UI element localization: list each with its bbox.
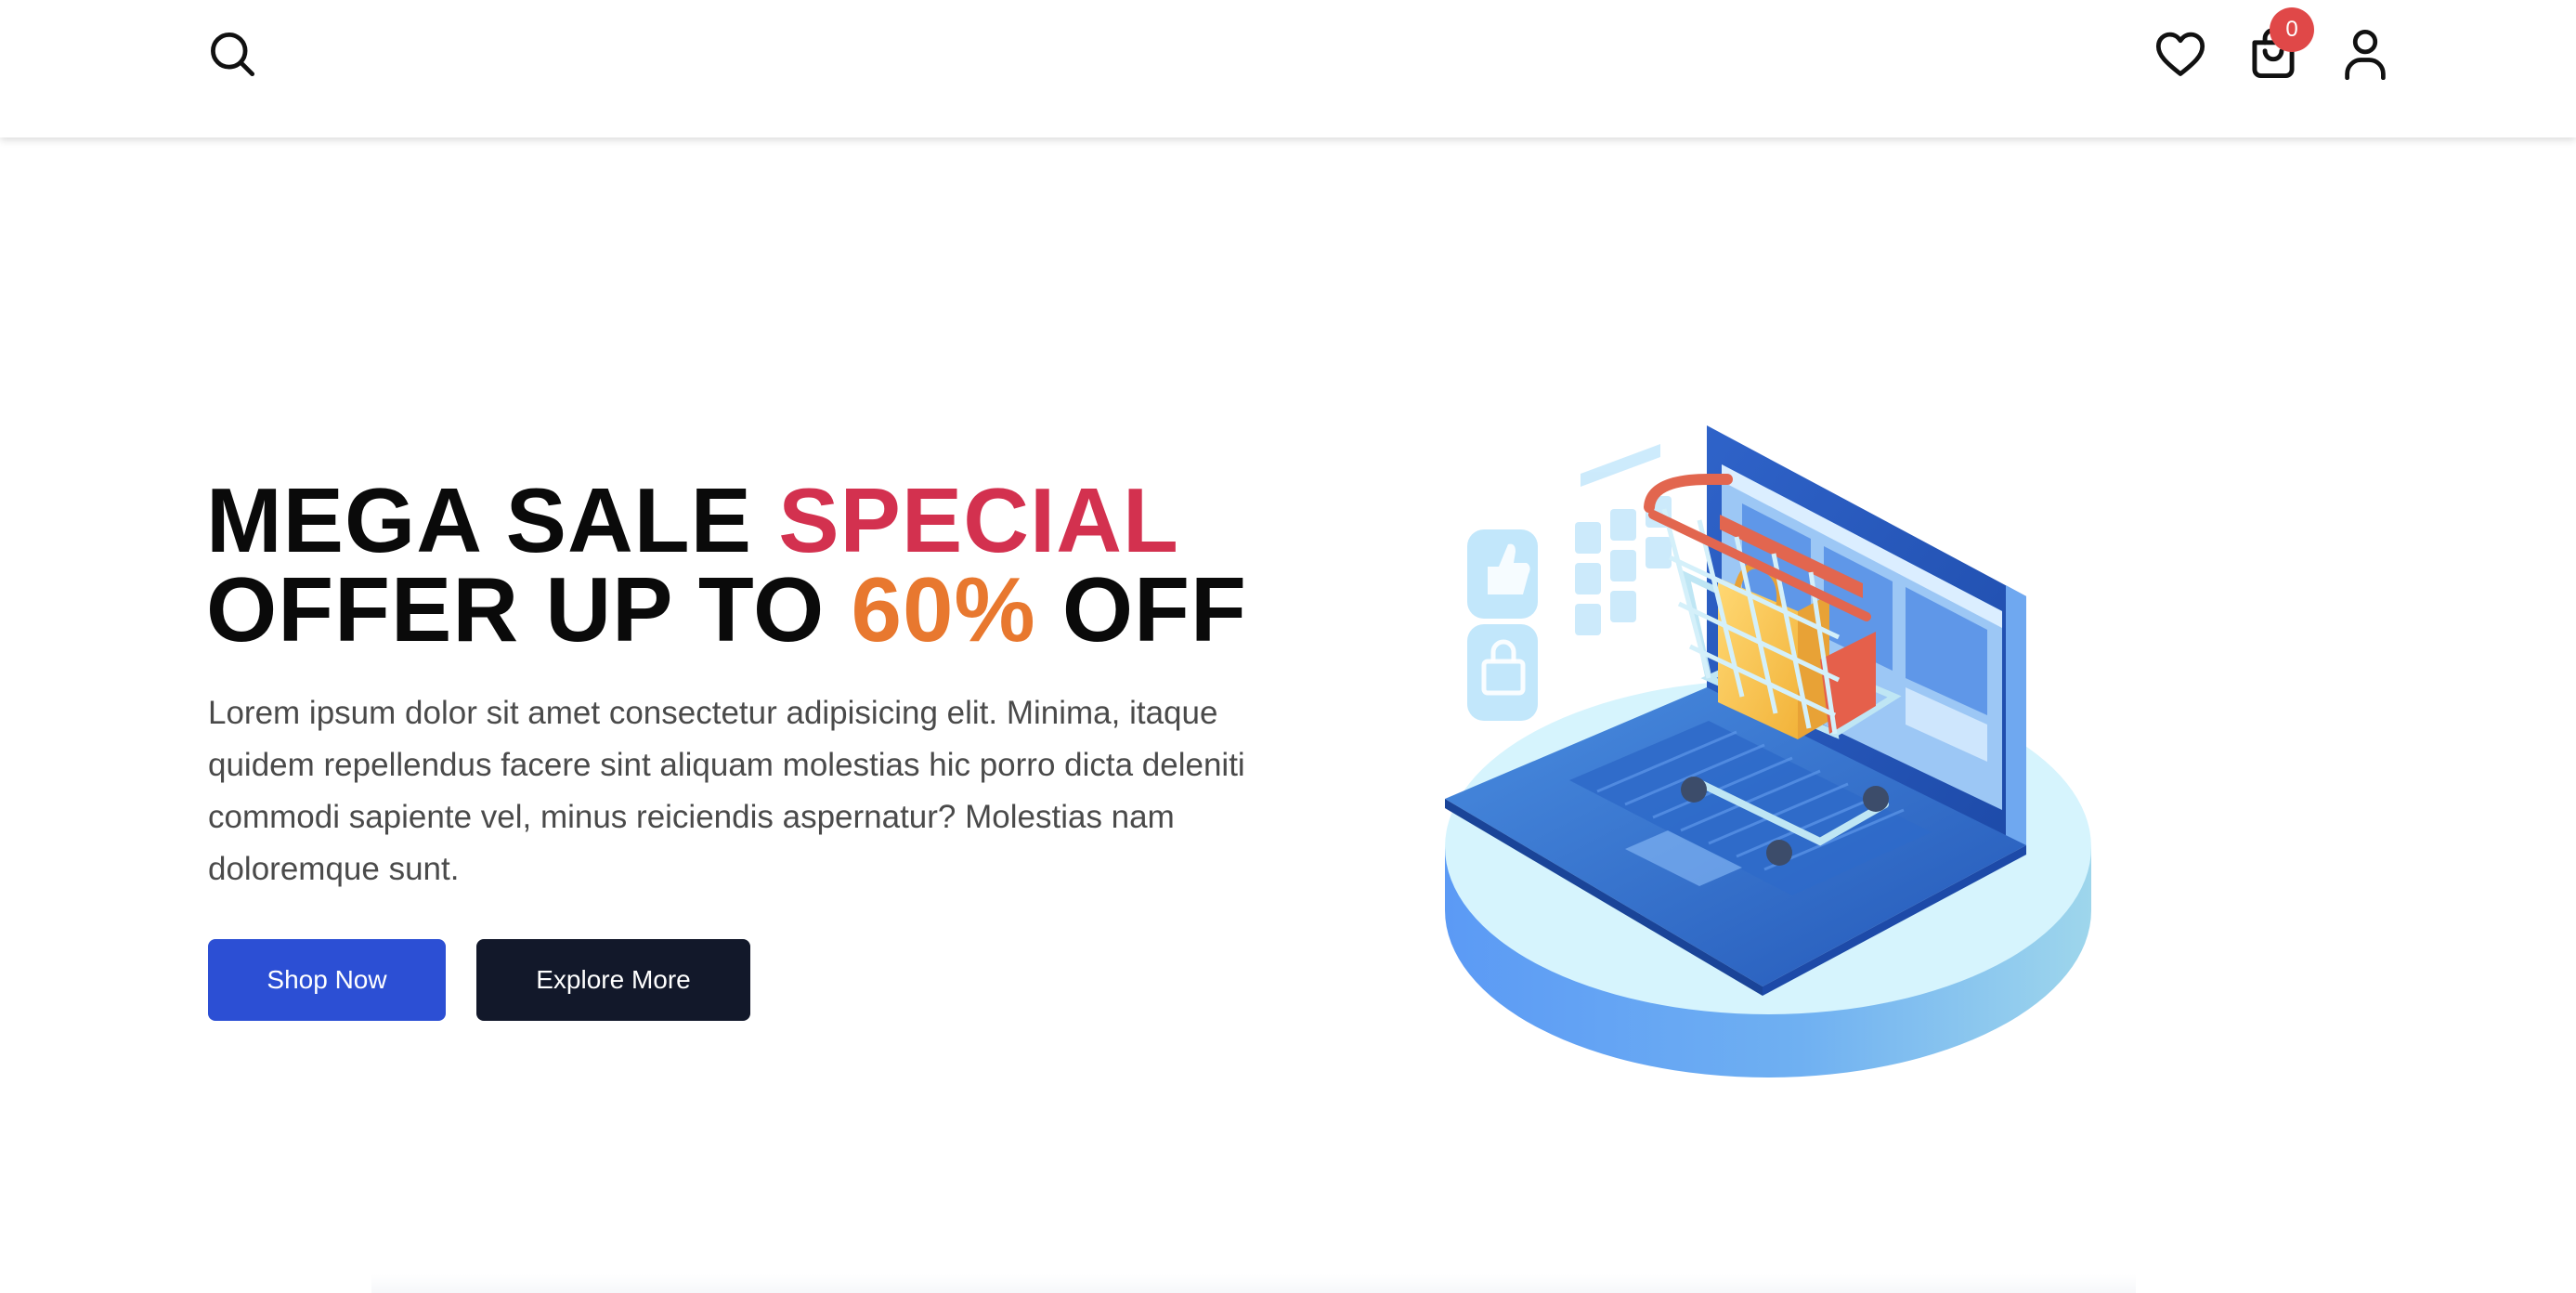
section-divider xyxy=(371,1274,2136,1293)
explore-more-button[interactable]: Explore More xyxy=(476,939,750,1021)
title-highlight-special: SPECIAL xyxy=(778,469,1179,571)
hero-title: MEGA SALE SPECIAL OFFER UP TO 60% OFF xyxy=(206,475,1247,655)
title-highlight-discount: 60% xyxy=(851,558,1036,660)
shop-now-button[interactable]: Shop Now xyxy=(208,939,446,1021)
account-button[interactable] xyxy=(2342,28,2388,80)
title-text: MEGA SALE xyxy=(206,469,779,571)
cart-count-badge: 0 xyxy=(2270,7,2314,52)
hero-description: Lorem ipsum dolor sit amet consectetur a… xyxy=(208,695,1245,887)
search-button[interactable] xyxy=(208,30,256,78)
user-icon xyxy=(2345,29,2386,80)
top-navbar: 0 xyxy=(0,0,2576,137)
wishlist-button[interactable] xyxy=(2154,30,2206,78)
title-text: OFF xyxy=(1035,558,1247,660)
title-text: OFFER UP TO xyxy=(206,558,852,660)
heart-icon xyxy=(2155,32,2205,76)
search-icon xyxy=(211,33,255,77)
laptop-shopping-cart-illustration xyxy=(1445,425,2091,1078)
